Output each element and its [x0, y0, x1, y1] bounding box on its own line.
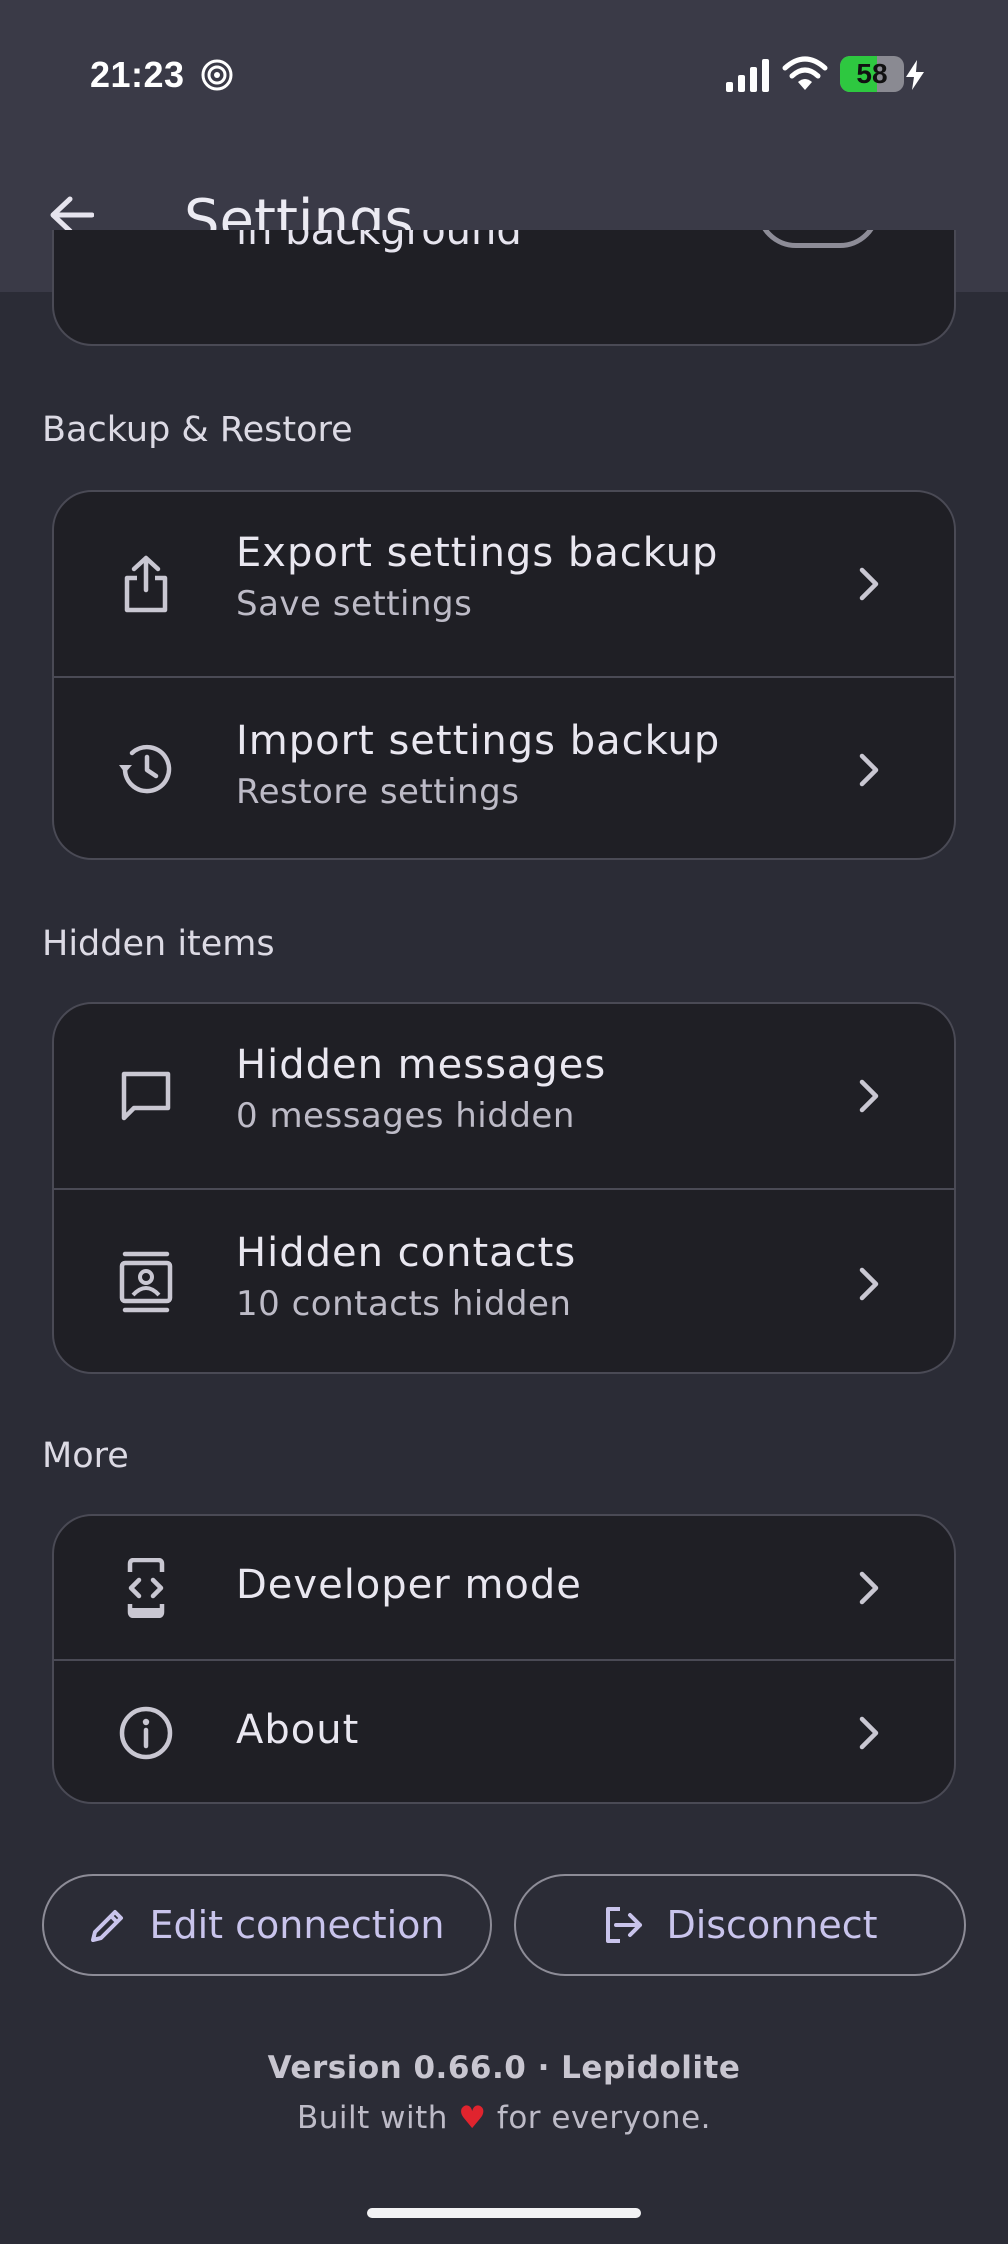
- arrow-left-icon: [50, 196, 94, 234]
- about-row[interactable]: About: [54, 1659, 954, 1802]
- hidden-messages-title: Hidden messages: [236, 1042, 607, 1088]
- developer-mode-row[interactable]: Developer mode: [54, 1516, 954, 1659]
- message-bubble-icon: [114, 1064, 178, 1128]
- chevron-right-icon: [859, 753, 879, 787]
- version-text: Version 0.66.0 · Lepidolite: [267, 2050, 741, 2086]
- backup-card: Export settings backup Save settings Imp…: [52, 490, 956, 860]
- status-time: 21:23: [90, 54, 185, 95]
- charging-bolt-icon: [906, 60, 924, 90]
- hidden-contacts-subtitle: 10 contacts hidden: [236, 1284, 572, 1324]
- developer-phone-icon: [114, 1556, 178, 1620]
- hidden-messages-subtitle: 0 messages hidden: [236, 1096, 575, 1136]
- about-title: About: [236, 1707, 360, 1753]
- developer-mode-title: Developer mode: [236, 1562, 582, 1608]
- partial-settings-card: in background: [52, 230, 956, 346]
- edit-connection-label: Edit connection: [149, 1903, 445, 1947]
- chevron-right-icon: [859, 1716, 879, 1750]
- edit-connection-button[interactable]: Edit connection: [42, 1874, 492, 1976]
- home-indicator[interactable]: [367, 2208, 641, 2218]
- more-card: Developer mode About: [52, 1514, 956, 1804]
- section-label-more: More: [42, 1436, 129, 1476]
- wifi-icon: [782, 56, 828, 90]
- history-restore-icon: [114, 737, 178, 801]
- partial-item-label: in background: [236, 230, 522, 254]
- disconnect-button[interactable]: Disconnect: [514, 1874, 966, 1976]
- export-settings-subtitle: Save settings: [236, 584, 473, 624]
- chevron-right-icon: [859, 1079, 879, 1113]
- hidden-items-card: Hidden messages 0 messages hidden Hidden…: [52, 1002, 956, 1374]
- import-settings-subtitle: Restore settings: [236, 772, 520, 812]
- battery-icon: 58: [840, 56, 904, 92]
- spiral-icon: [201, 59, 233, 91]
- info-icon: [114, 1701, 178, 1765]
- hidden-contacts-row[interactable]: Hidden contacts 10 contacts hidden: [54, 1188, 954, 1372]
- built-with-suffix: for everyone.: [496, 2100, 712, 2136]
- built-with-prefix: Built with: [296, 2100, 448, 2136]
- pencil-icon: [91, 1910, 124, 1942]
- share-upload-icon: [114, 552, 178, 616]
- chevron-right-icon: [859, 1571, 879, 1605]
- export-settings-title: Export settings backup: [236, 530, 719, 576]
- heart-icon: ♥: [458, 2100, 487, 2136]
- hidden-messages-row[interactable]: Hidden messages 0 messages hidden: [54, 1004, 954, 1188]
- hidden-contacts-title: Hidden contacts: [236, 1230, 577, 1276]
- chevron-right-icon: [859, 567, 879, 601]
- import-settings-title: Import settings backup: [236, 718, 721, 764]
- chevron-right-icon: [859, 1267, 879, 1301]
- background-toggle[interactable]: [756, 230, 880, 248]
- contacts-book-icon: [114, 1250, 178, 1314]
- import-settings-row[interactable]: Import settings backup Restore settings: [54, 676, 954, 858]
- signal-icon: [726, 59, 769, 92]
- built-with-text: Built with ♥ for everyone.: [0, 2100, 1008, 2136]
- section-label-backup: Backup & Restore: [42, 410, 353, 450]
- export-settings-row[interactable]: Export settings backup Save settings: [54, 492, 954, 676]
- logout-icon: [606, 1907, 643, 1943]
- disconnect-label: Disconnect: [666, 1903, 878, 1947]
- section-label-hidden: Hidden items: [42, 924, 275, 964]
- battery-level: 58: [856, 58, 888, 89]
